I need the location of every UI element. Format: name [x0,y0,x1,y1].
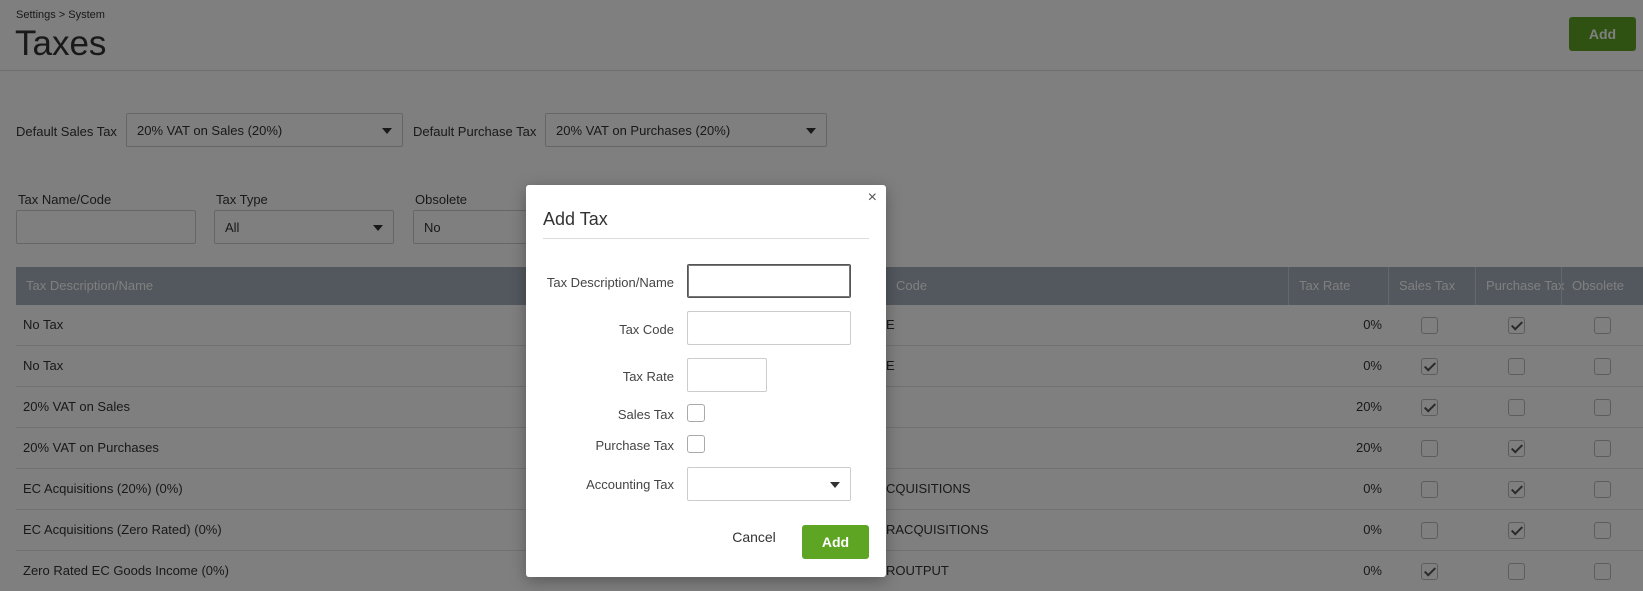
tax-rate-label: Tax Rate [622,369,674,384]
tax-description-input[interactable] [687,264,851,298]
sales-tax-checkbox[interactable] [687,404,705,422]
caret-down-icon [830,482,840,488]
cancel-button[interactable]: Cancel [729,525,779,549]
purchase-tax-checkbox[interactable] [687,435,705,453]
sales-tax-label: Sales Tax [617,407,674,422]
dialog-divider [543,238,869,239]
dialog-title: Add Tax [543,209,608,229]
tax-code-label: Tax Code [619,322,674,337]
accounting-tax-select[interactable] [687,467,851,501]
add-button[interactable]: Add [802,525,869,559]
close-icon[interactable]: × [868,189,877,207]
tax-description-label: Tax Description/Name [546,275,674,290]
add-tax-dialog: × Add Tax Tax Description/Name Tax Code … [526,185,886,577]
tax-rate-input[interactable] [687,358,767,392]
tax-code-input[interactable] [687,311,851,345]
purchase-tax-label: Purchase Tax [595,438,674,453]
accounting-tax-label: Accounting Tax [586,477,674,492]
